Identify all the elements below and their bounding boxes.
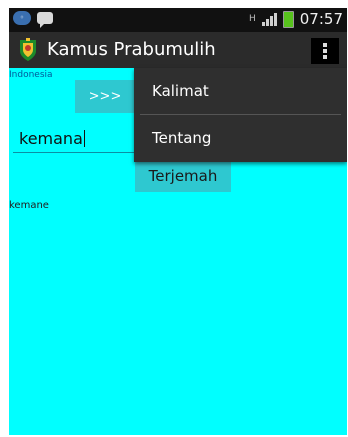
status-right-icons: H 07:57 (249, 10, 343, 28)
wifi-circle-icon: ◦ (13, 11, 31, 25)
text-caret (83, 130, 85, 147)
overflow-menu-icon[interactable] (311, 38, 339, 64)
language-label: Indonesia (9, 70, 53, 80)
status-bar: ◦ H 07:57 (9, 8, 347, 32)
overflow-menu: Kalimat Tentang (134, 68, 347, 162)
app-title: Kamus Prabumulih (47, 39, 216, 60)
phone-screen: ◦ H 07:57 Kamus Prabumulih Indonesia >>>… (9, 8, 347, 435)
translate-button[interactable]: Terjemah (135, 160, 231, 192)
chat-icon (37, 12, 53, 28)
translation-result: kemane (9, 200, 49, 211)
battery-icon (282, 10, 294, 28)
status-left-icons: ◦ (13, 11, 53, 28)
action-bar: Kamus Prabumulih (9, 32, 347, 68)
network-type-indicator: H (248, 13, 256, 24)
menu-item-kalimat[interactable]: Kalimat (134, 68, 347, 114)
signal-icon (261, 12, 277, 26)
city-crest-icon (20, 38, 36, 61)
word-input-value: kemana (19, 129, 83, 148)
swap-direction-button[interactable]: >>> (75, 80, 135, 113)
status-time: 07:57 (299, 10, 343, 28)
menu-item-tentang[interactable]: Tentang (134, 115, 347, 161)
